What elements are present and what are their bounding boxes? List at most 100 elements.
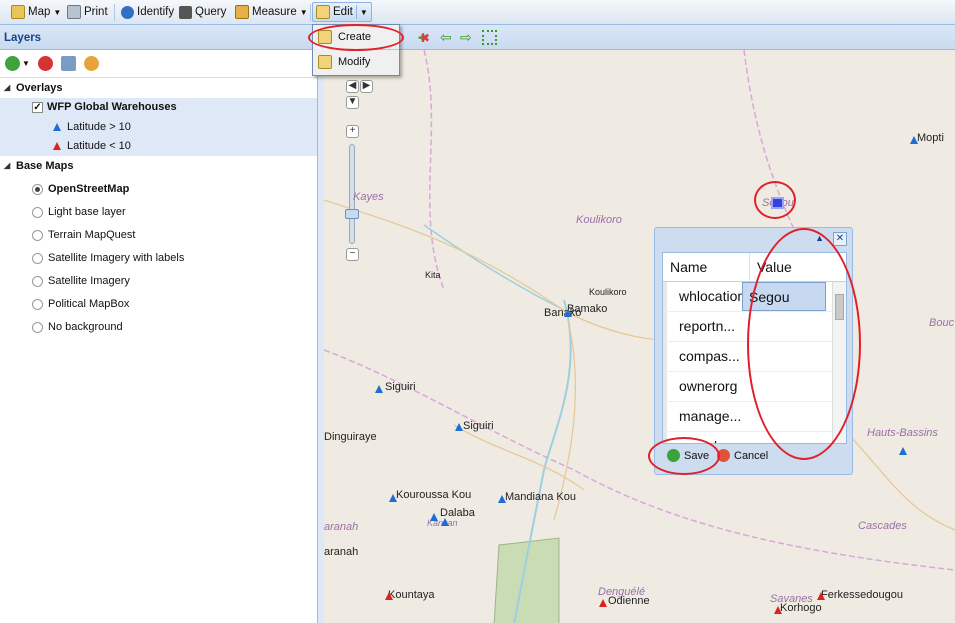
map-label: Kayes	[353, 191, 384, 203]
layers-toolbar: ▼	[0, 50, 317, 78]
attribute-name: ownerorg	[663, 372, 742, 401]
map-label: aranah	[324, 546, 359, 558]
modify-icon	[318, 55, 332, 69]
remove-layer-icon[interactable]	[37, 56, 53, 71]
warehouse-marker[interactable]	[375, 385, 383, 393]
warehouse-marker[interactable]	[564, 309, 572, 317]
warehouse-marker[interactable]	[599, 599, 607, 607]
main-toolbar: Map ▼ Print Identify Query Measure ▼ Edit …	[0, 0, 955, 25]
query-button[interactable]: Query	[176, 2, 229, 22]
legend-item: Latitude > 10	[0, 117, 317, 137]
edit-icon	[316, 5, 330, 19]
zoom-in-button[interactable]: +	[346, 125, 359, 138]
cancel-button[interactable]: Cancel	[717, 449, 768, 462]
palette-icon[interactable]	[83, 56, 99, 71]
radio-button[interactable]	[32, 206, 43, 218]
warehouse-marker[interactable]	[455, 423, 463, 431]
chevron-down-icon: ▼	[53, 7, 62, 17]
identify-button[interactable]: Identify	[118, 2, 177, 22]
close-icon[interactable]: ✕	[833, 232, 847, 246]
warehouse-marker[interactable]	[774, 606, 782, 614]
layers-panel: Layers ▼ ◢ Overlays ✓ WFP Global Warehou…	[0, 25, 318, 623]
map-label: Mopti	[917, 132, 944, 144]
radio-button[interactable]	[32, 229, 43, 241]
modify-label: Modify	[338, 56, 371, 68]
base-layer-item[interactable]: Satellite Imagery with labels	[0, 247, 317, 270]
red-triangle-icon	[53, 142, 61, 151]
map-label: Mandiana Kou	[505, 491, 576, 503]
modify-menu-item[interactable]: Modify	[313, 50, 399, 74]
pan-left-button[interactable]: ◀	[346, 80, 359, 93]
map-label: Koulikoro	[589, 287, 627, 297]
query-icon	[179, 5, 192, 19]
map-label: aranah	[324, 521, 359, 533]
map-label: Siguiri	[463, 420, 494, 432]
back-arrow-icon[interactable]: ⇦	[440, 29, 452, 46]
zoom-slider-handle[interactable]	[345, 209, 359, 219]
radio-button[interactable]	[32, 252, 43, 264]
overlays-group[interactable]: ◢ Overlays	[0, 78, 317, 98]
measure-menu-button[interactable]: Measure ▼	[232, 2, 311, 22]
map-label: Kouroussa Kou	[396, 489, 472, 501]
print-label: Print	[84, 6, 108, 18]
add-layer-icon[interactable]	[5, 56, 20, 71]
zoom-out-button[interactable]: −	[346, 248, 359, 261]
warehouses-label: WFP Global Warehouses	[47, 101, 177, 114]
warehouse-marker[interactable]	[430, 513, 438, 521]
wrench-icon[interactable]	[60, 56, 76, 71]
base-layer-item[interactable]: Political MapBox	[0, 293, 317, 316]
edit-label: Edit	[333, 6, 353, 18]
name-column-header[interactable]: Name	[663, 253, 750, 281]
base-layer-item[interactable]: Light base layer	[0, 201, 317, 224]
layer-checkbox[interactable]: ✓	[32, 101, 43, 113]
base-layer-item[interactable]: No background	[0, 316, 317, 339]
legend-item: Latitude < 10	[0, 136, 317, 156]
chevron-down-icon: ▼	[359, 7, 368, 17]
pan-down-button[interactable]: ▼	[346, 96, 359, 109]
base-maps-group[interactable]: ◢ Base Maps	[0, 156, 317, 176]
collapse-icon[interactable]: ◢	[4, 161, 16, 170]
warehouse-marker[interactable]	[817, 592, 825, 600]
warehouse-marker[interactable]	[441, 518, 449, 526]
warehouse-marker[interactable]	[899, 447, 907, 455]
pan-right-button[interactable]: ▶	[360, 80, 373, 93]
chevron-down-icon[interactable]: ▼	[22, 59, 30, 68]
layers-title: Layers	[0, 25, 317, 50]
map-label: Odienne	[608, 595, 650, 607]
warehouse-marker[interactable]	[498, 495, 506, 503]
collapse-icon[interactable]: ◢	[4, 83, 16, 92]
map-label: Kountaya	[388, 589, 435, 601]
delete-icon[interactable]: ✖	[420, 31, 430, 45]
radio-button[interactable]	[32, 275, 43, 287]
warehouse-marker[interactable]	[910, 136, 918, 144]
highlight-ring	[747, 228, 861, 460]
attribute-name: reportn...	[663, 312, 742, 341]
base-layer-label: Satellite Imagery	[48, 275, 130, 287]
radio-button[interactable]	[32, 183, 43, 195]
zoom-extent-icon[interactable]	[482, 30, 497, 45]
base-layer-item[interactable]: Satellite Imagery	[0, 270, 317, 293]
toolbar-divider	[114, 4, 115, 21]
warehouses-layer[interactable]: ✓ WFP Global Warehouses	[0, 97, 317, 117]
base-layer-label: No background	[48, 321, 123, 333]
radio-button[interactable]	[32, 321, 43, 333]
base-layer-item[interactable]: Terrain MapQuest	[0, 224, 317, 247]
legend-label: Latitude < 10	[67, 140, 131, 153]
base-layer-item[interactable]: OpenStreetMap	[0, 178, 317, 201]
query-label: Query	[195, 6, 227, 18]
warehouse-marker[interactable]	[385, 592, 393, 600]
chevron-down-icon: ▼	[299, 7, 308, 17]
forward-arrow-icon[interactable]: ⇨	[460, 29, 472, 46]
printer-icon	[67, 5, 81, 19]
edit-menu-button[interactable]: Edit ▼	[312, 2, 372, 22]
map-menu-button[interactable]: Map ▼	[8, 2, 64, 22]
identify-label: Identify	[137, 6, 175, 18]
base-layer-label: Light base layer	[48, 206, 126, 218]
highlight-ring	[308, 24, 404, 51]
map-label: Hauts-Bassins	[867, 427, 938, 439]
legend-label: Latitude > 10	[67, 120, 131, 133]
warehouse-marker[interactable]	[389, 494, 397, 502]
toolbar-divider	[310, 4, 311, 21]
radio-button[interactable]	[32, 298, 43, 310]
print-button[interactable]: Print	[64, 2, 111, 22]
